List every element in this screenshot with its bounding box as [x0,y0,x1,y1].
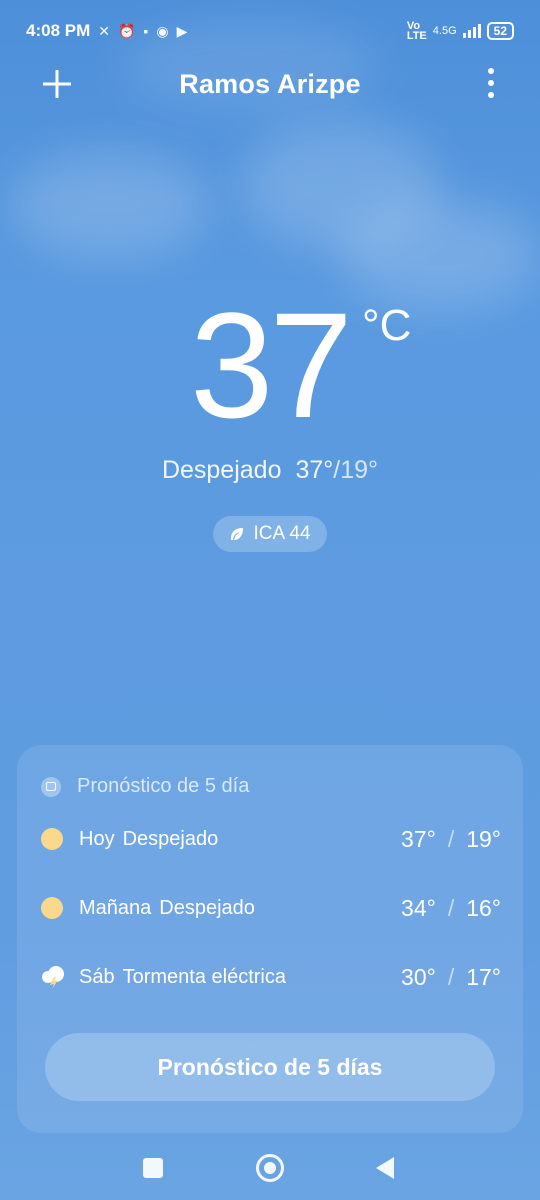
volte-indicator: Vo LTE [406,21,427,42]
add-city-button[interactable] [40,62,74,106]
forecast-temps: 34° / 16° [401,894,501,921]
cloud-decoration [10,150,210,260]
forecast-low: 17° [466,963,501,990]
temperature-unit: °C [362,301,412,350]
forecast-card: Pronóstico de 5 día Hoy Despejado 37° / … [17,745,523,1133]
current-temperature: 37 [190,281,353,449]
forecast-day: Sáb [79,965,115,988]
forecast-day: Mañana [79,896,152,919]
forecast-high: 37° [401,825,436,852]
forecast-day: Hoy [79,827,115,850]
forecast-row-tomorrow[interactable]: Mañana Despejado 34° / 16° [41,888,501,928]
sun-icon [41,828,63,850]
battery-icon: 52 [486,22,514,40]
home-button[interactable] [256,1154,284,1182]
status-right: Vo LTE 4.5G 52 [406,21,514,42]
home-icon [264,1162,276,1174]
more-options-button[interactable] [486,68,496,98]
forecast-condition: Despejado [159,896,255,919]
forecast-condition: Tormenta eléctrica [122,965,286,988]
alarm-icon: ⏰ [117,22,136,39]
current-temperature-block: 37 °C [0,290,540,440]
pokeball-icon: ◉ [156,22,169,39]
city-name: Ramos Arizpe [179,68,361,99]
five-day-forecast-button[interactable]: Pronóstico de 5 días [45,1033,495,1101]
today-high: 37° [295,456,334,484]
air-quality-label: ICA 44 [253,523,311,544]
plus-icon [43,70,71,98]
volte-bottom: LTE [406,30,427,42]
header: Ramos Arizpe [0,62,540,106]
status-bar: 4:08 PM ✕ ⏰ ▪ ◉ ▶ Vo LTE 4.5G 52 [0,0,540,62]
leaf-icon [231,528,244,540]
network-type: 4.5G [432,25,457,37]
calendar-icon [41,776,61,797]
back-button[interactable] [376,1157,394,1179]
forecast-title: Pronóstico de 5 día [41,775,249,798]
muted-icon: ✕ [98,22,110,39]
sun-icon [41,897,63,919]
air-quality-badge[interactable]: ICA 44 [213,516,327,552]
signal-icon [462,24,481,38]
youtube-icon: ▶ [176,22,188,39]
today-low: 19° [340,456,379,484]
forecast-temps: 30° / 17° [401,963,501,990]
forecast-condition: Despejado [122,827,219,850]
forecast-low: 19° [466,825,501,852]
navigation-bar [0,1140,540,1194]
current-condition: Despejado [161,456,282,484]
forecast-row-today[interactable]: Hoy Despejado 37° / 19° [41,819,501,859]
current-condition-line: Despejado 37°/19° [161,456,379,484]
forecast-high: 30° [401,963,436,990]
recents-button[interactable] [143,1158,163,1178]
forecast-title-text: Pronóstico de 5 día [77,775,250,797]
forecast-temps: 37° / 19° [401,825,501,852]
forecast-high: 34° [401,894,436,921]
forecast-row-saturday[interactable]: Sáb Tormenta eléctrica 30° / 17° [41,957,501,997]
message-icon: ▪ [143,23,149,39]
status-time: 4:08 PM [26,21,91,40]
thunderstorm-icon [42,966,64,989]
more-vertical-icon [488,68,494,74]
forecast-low: 16° [466,894,501,921]
